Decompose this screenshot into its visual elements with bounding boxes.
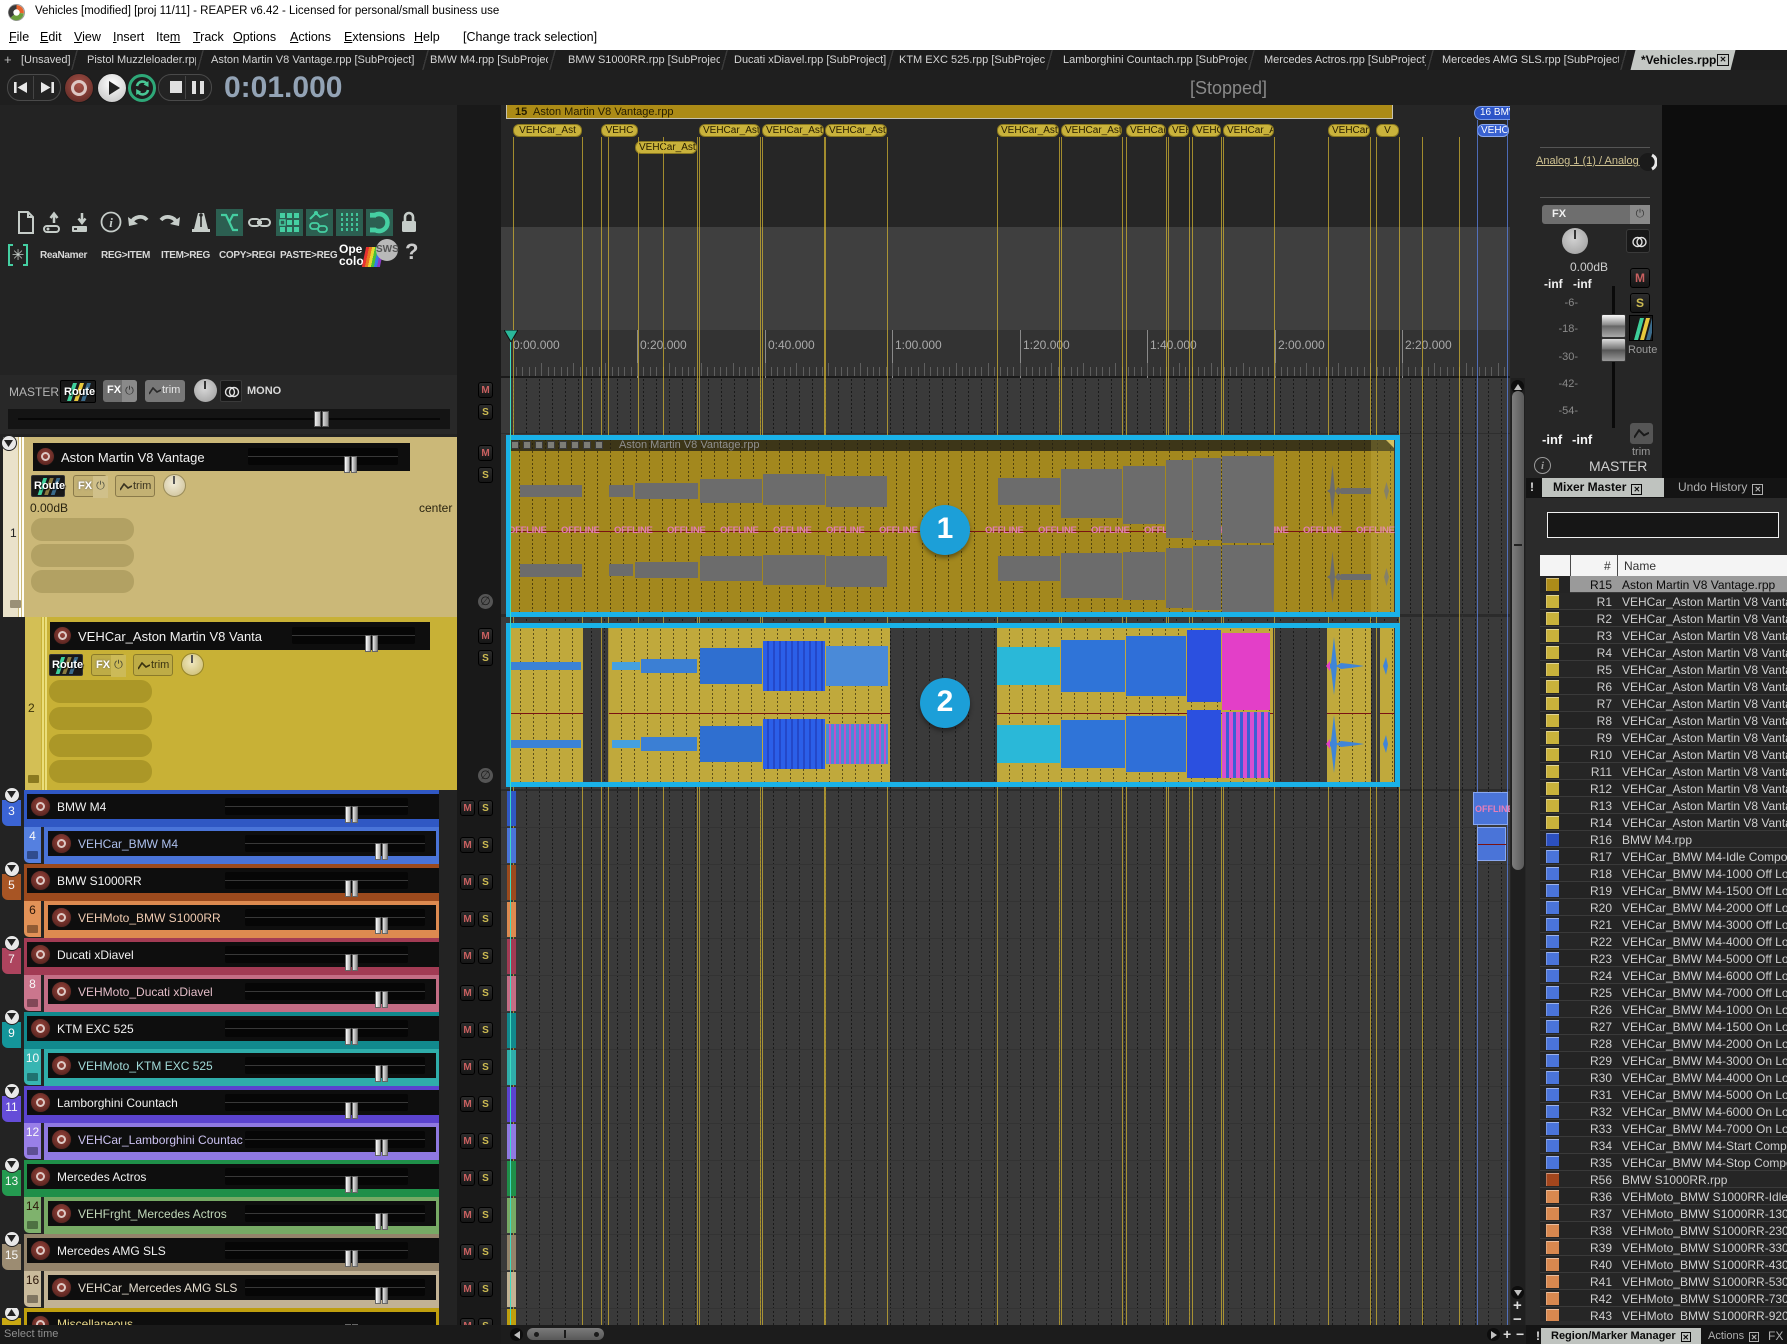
svg-text:i: i bbox=[109, 215, 113, 230]
svg-text:✳: ✳ bbox=[12, 247, 25, 264]
